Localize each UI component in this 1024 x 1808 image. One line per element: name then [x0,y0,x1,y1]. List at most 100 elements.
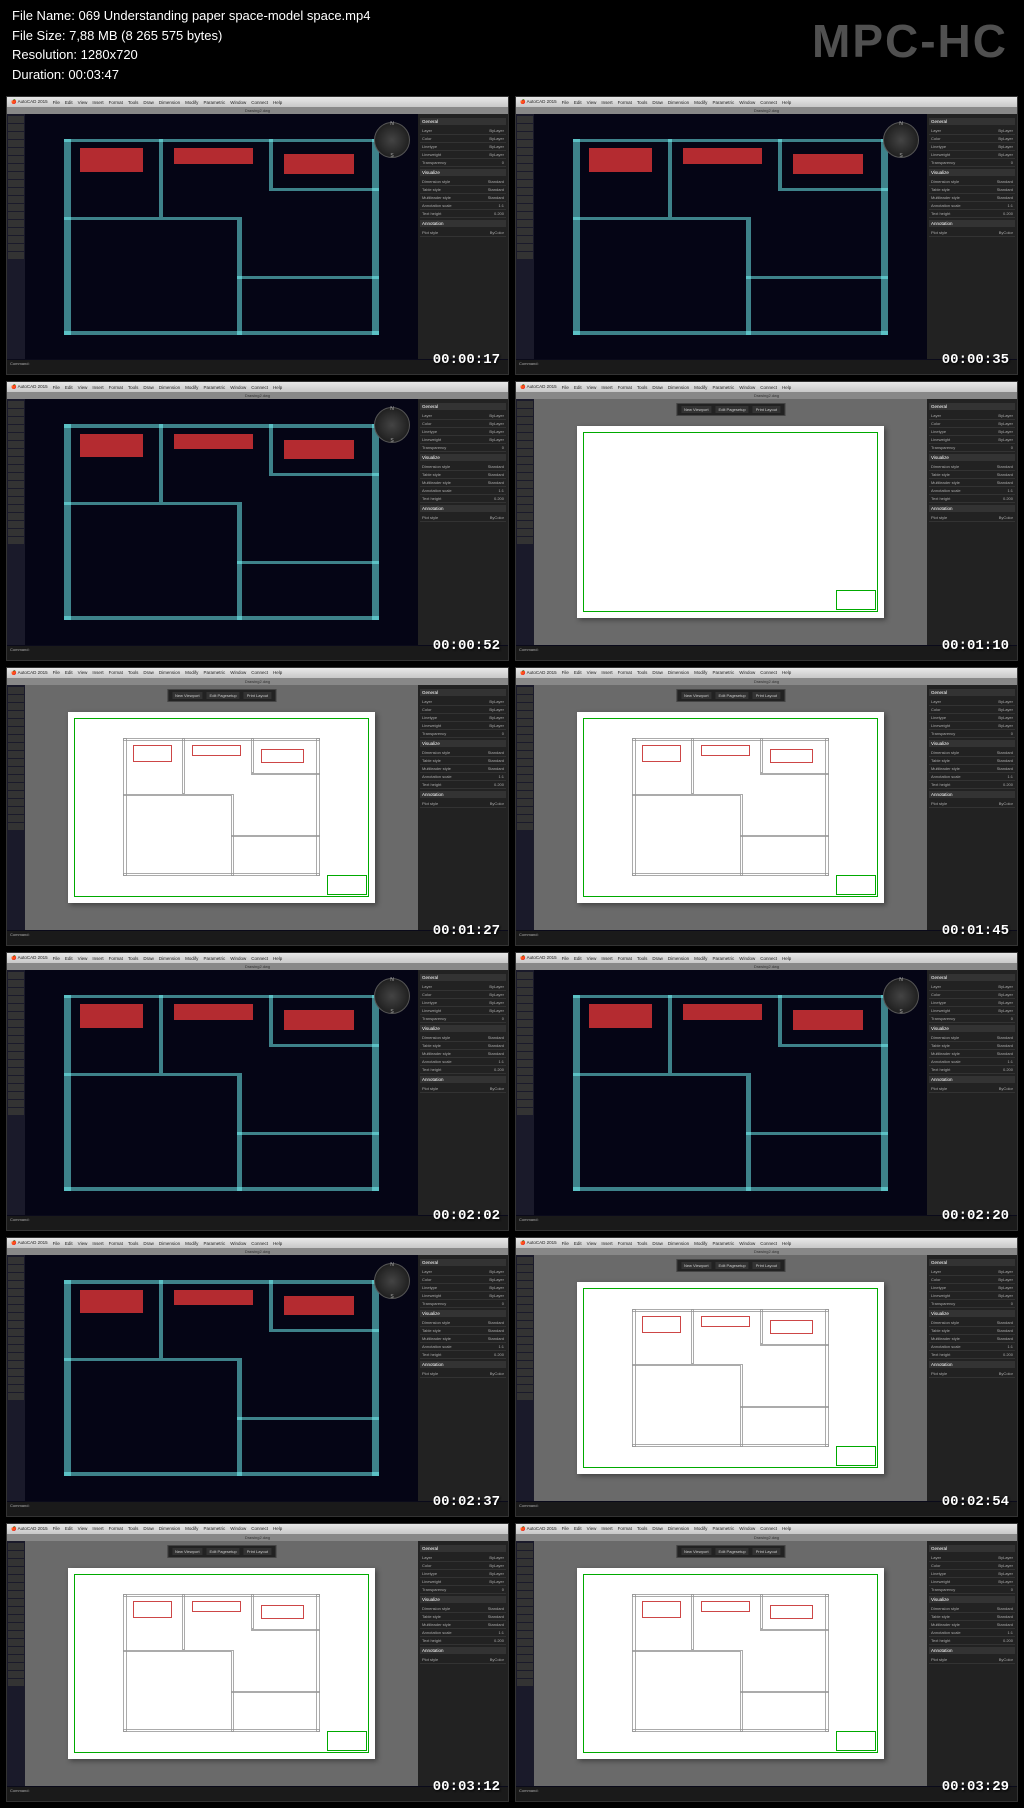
drawing-canvas[interactable] [25,114,418,359]
menu-item[interactable]: File [562,1526,569,1531]
menu-item[interactable]: Edit [65,385,73,390]
paper-sheet[interactable] [577,712,884,903]
layout-button[interactable]: New Viewport [681,1548,712,1555]
tool-palette[interactable] [516,970,534,1215]
paper-sheet[interactable] [68,1568,375,1759]
drawing-tab[interactable]: Drawing2.dwg [516,1248,1017,1255]
menu-item[interactable]: View [78,956,88,961]
menu-item[interactable]: Insert [601,1241,612,1246]
menu-item[interactable]: View [587,670,597,675]
menu-item[interactable]: Parametric [712,100,734,105]
autocad-menubar[interactable]: 🍎 AutoCAD 2015FileEditViewInsertFormatTo… [516,1238,1017,1248]
menu-item[interactable]: Help [273,100,282,105]
menu-item[interactable]: Tools [637,670,648,675]
viewcube-compass[interactable] [883,978,919,1014]
menu-item[interactable]: Help [273,1241,282,1246]
layout-button[interactable]: Edit Pagesetup [716,406,749,413]
menu-item[interactable]: View [78,1241,88,1246]
menu-item[interactable]: View [78,100,88,105]
menu-item[interactable]: Tools [637,1526,648,1531]
menu-item[interactable]: Window [230,670,246,675]
menu-item[interactable]: Parametric [203,1241,225,1246]
menu-item[interactable]: Dimension [668,385,689,390]
menu-item[interactable]: Connect [251,1241,268,1246]
drawing-canvas[interactable]: New ViewportEdit PagesetupPrint Layout [25,1541,418,1786]
menu-item[interactable]: Dimension [668,670,689,675]
tool-palette[interactable] [516,399,534,644]
menu-item[interactable]: Tools [128,1526,139,1531]
menu-item[interactable]: Tools [637,385,648,390]
menu-item[interactable]: Connect [760,100,777,105]
tool-palette[interactable] [7,685,25,930]
menu-item[interactable]: Edit [574,670,582,675]
menu-item[interactable]: Help [782,956,791,961]
menu-item[interactable]: Format [109,956,123,961]
menu-item[interactable]: Connect [760,1526,777,1531]
menu-item[interactable]: Edit [574,1241,582,1246]
menu-item[interactable]: Edit [65,1526,73,1531]
menu-item[interactable]: Window [230,100,246,105]
menu-item[interactable]: Help [273,670,282,675]
autocad-menubar[interactable]: 🍎 AutoCAD 2015FileEditViewInsertFormatTo… [7,97,508,107]
menu-item[interactable]: Window [739,100,755,105]
menu-item[interactable]: Insert [601,1526,612,1531]
layout-button[interactable]: Edit Pagesetup [207,692,240,699]
menu-item[interactable]: Dimension [159,670,180,675]
drawing-tab[interactable]: Drawing2.dwg [7,678,508,685]
menu-item[interactable]: Dimension [159,1241,180,1246]
menu-item[interactable]: Dimension [668,1241,689,1246]
menu-item[interactable]: Parametric [712,956,734,961]
layout-button[interactable]: Print Layout [753,406,780,413]
drawing-canvas[interactable]: New ViewportEdit PagesetupPrint Layout [534,399,927,644]
autocad-menubar[interactable]: 🍎 AutoCAD 2015FileEditViewInsertFormatTo… [516,668,1017,678]
menu-item[interactable]: Dimension [159,956,180,961]
menu-item[interactable]: Modify [185,385,198,390]
autocad-menubar[interactable]: 🍎 AutoCAD 2015FileEditViewInsertFormatTo… [7,953,508,963]
autocad-menubar[interactable]: 🍎 AutoCAD 2015FileEditViewInsertFormatTo… [516,382,1017,392]
drawing-tab[interactable]: Drawing2.dwg [516,1534,1017,1541]
viewcube-compass[interactable] [374,122,410,158]
menu-item[interactable]: Modify [694,100,707,105]
menu-item[interactable]: Tools [637,1241,648,1246]
menu-item[interactable]: Draw [143,1526,154,1531]
menu-item[interactable]: Parametric [203,670,225,675]
menu-item[interactable]: Format [618,100,632,105]
menu-item[interactable]: Insert [601,385,612,390]
menu-item[interactable]: Draw [652,1241,663,1246]
menu-item[interactable]: Connect [760,956,777,961]
menu-item[interactable]: Connect [760,1241,777,1246]
viewcube-compass[interactable] [374,407,410,443]
menu-item[interactable]: Connect [251,385,268,390]
menu-item[interactable]: File [53,670,60,675]
menu-item[interactable]: Modify [694,385,707,390]
menu-item[interactable]: Window [230,385,246,390]
menu-item[interactable]: Draw [143,956,154,961]
menu-item[interactable]: Insert [92,100,103,105]
menu-item[interactable]: File [562,100,569,105]
menu-item[interactable]: Connect [760,385,777,390]
drawing-canvas[interactable] [25,399,418,644]
tool-palette[interactable] [7,1541,25,1786]
menu-item[interactable]: Tools [128,385,139,390]
menu-item[interactable]: View [587,385,597,390]
layout-button[interactable]: New Viewport [172,1548,203,1555]
menu-item[interactable]: File [53,100,60,105]
menu-item[interactable]: Edit [574,100,582,105]
menu-item[interactable]: Edit [65,100,73,105]
menu-item[interactable]: File [53,385,60,390]
paper-sheet[interactable] [577,1282,884,1473]
menu-item[interactable]: Window [739,1526,755,1531]
drawing-tab[interactable]: Drawing2.dwg [516,107,1017,114]
menu-item[interactable]: Draw [652,956,663,961]
autocad-menubar[interactable]: 🍎 AutoCAD 2015FileEditViewInsertFormatTo… [7,668,508,678]
menu-item[interactable]: Edit [65,1241,73,1246]
menu-item[interactable]: Tools [128,670,139,675]
autocad-menubar[interactable]: 🍎 AutoCAD 2015FileEditViewInsertFormatTo… [516,953,1017,963]
drawing-tab[interactable]: Drawing2.dwg [7,1534,508,1541]
viewcube-compass[interactable] [374,978,410,1014]
menu-item[interactable]: Edit [574,1526,582,1531]
menu-item[interactable]: Tools [128,956,139,961]
menu-item[interactable]: Dimension [668,956,689,961]
menu-item[interactable]: Draw [652,100,663,105]
menu-item[interactable]: Dimension [159,100,180,105]
